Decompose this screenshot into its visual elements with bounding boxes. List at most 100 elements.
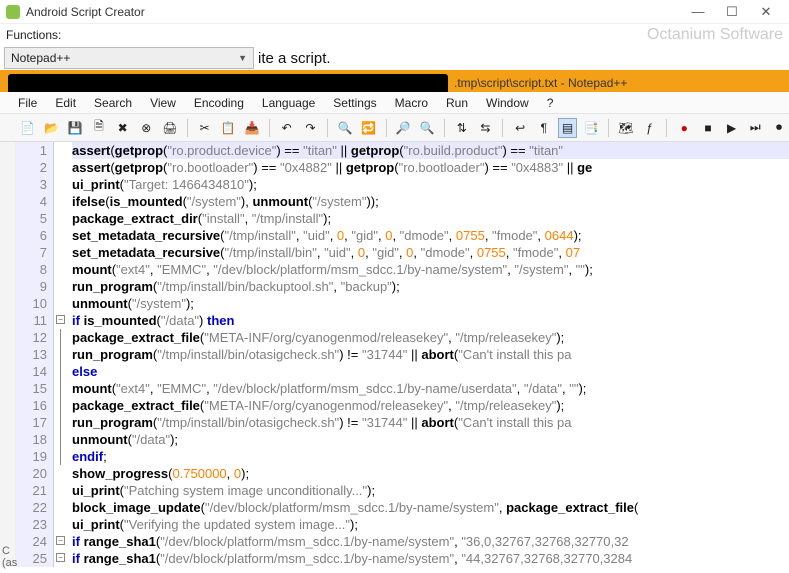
outer-window-titlebar: Android Script Creator — ☐ ✕ xyxy=(0,0,789,24)
zoom-in-icon[interactable]: 🔎 xyxy=(394,118,414,138)
save-macro-icon[interactable]: ⏺ xyxy=(769,118,789,138)
record-macro-icon[interactable]: ● xyxy=(674,118,694,138)
close-button[interactable]: ✕ xyxy=(749,5,783,18)
function-list-icon[interactable]: ƒ xyxy=(640,118,660,138)
fold-box-icon[interactable]: − xyxy=(56,553,65,562)
code-line[interactable]: package_extract_file("META-INF/org/cyano… xyxy=(72,397,789,414)
brand-watermark: Octanium Software xyxy=(647,26,783,44)
code-line[interactable]: mount("ext4", "EMMC", "/dev/block/platfo… xyxy=(72,261,789,278)
line-number: 8 xyxy=(16,261,47,278)
code-line[interactable]: if is_mounted("/data") then xyxy=(72,312,789,329)
left-margin xyxy=(0,142,16,567)
find-icon[interactable]: 🔍 xyxy=(335,118,355,138)
sync-v-icon[interactable]: ⇅ xyxy=(452,118,472,138)
save-icon[interactable]: 💾 xyxy=(65,118,85,138)
paste-icon[interactable]: 📥 xyxy=(242,118,262,138)
line-number: 4 xyxy=(16,193,47,210)
line-number: 6 xyxy=(16,227,47,244)
code-line[interactable]: mount("ext4", "EMMC", "/dev/block/platfo… xyxy=(72,380,789,397)
menu-file[interactable]: File xyxy=(18,96,37,110)
play-multi-macro-icon[interactable]: ⏭ xyxy=(745,118,765,138)
code-line[interactable]: ui_print("Verifying the updated system i… xyxy=(72,516,789,533)
indent-guide-icon[interactable]: ▤ xyxy=(558,118,578,138)
open-file-icon[interactable]: 📂 xyxy=(42,118,62,138)
wrap-icon[interactable]: ↩ xyxy=(510,118,530,138)
print-icon[interactable]: 🖨 xyxy=(160,118,180,138)
line-number: 20 xyxy=(16,465,47,482)
line-number: 3 xyxy=(16,176,47,193)
toolbar: 📄 📂 💾 🗎 ✖ ⊗ 🖨 ✂ 📋 📥 ↶ ↷ 🔍 🔁 🔎 🔍 ⇅ ⇆ ↩ ¶ … xyxy=(0,114,789,142)
bottom-fragment: C (as xyxy=(2,545,17,569)
menu-edit[interactable]: Edit xyxy=(55,96,76,110)
code-line[interactable]: block_image_update("/dev/block/platform/… xyxy=(72,499,789,516)
code-line[interactable]: endif; xyxy=(72,448,789,465)
menu-encoding[interactable]: Encoding xyxy=(194,96,244,110)
save-all-icon[interactable]: 🗎 xyxy=(89,118,109,138)
line-number: 23 xyxy=(16,516,47,533)
code-line[interactable]: run_program("/tmp/install/bin/backuptool… xyxy=(72,278,789,295)
code-editor[interactable]: 1234567891011121314151617181920212223242… xyxy=(0,142,789,567)
chevron-down-icon: ▼ xyxy=(238,53,247,63)
code-line[interactable]: run_program("/tmp/install/bin/otasigchec… xyxy=(72,414,789,431)
stop-macro-icon[interactable]: ■ xyxy=(698,118,718,138)
fold-box-icon[interactable]: − xyxy=(56,536,65,545)
line-number: 14 xyxy=(16,363,47,380)
subline-fragment: ite a script. xyxy=(258,50,331,67)
undo-icon[interactable]: ↶ xyxy=(277,118,297,138)
code-line[interactable]: package_extract_file("META-INF/org/cyano… xyxy=(72,329,789,346)
close-file-icon[interactable]: ✖ xyxy=(113,118,133,138)
play-macro-icon[interactable]: ▶ xyxy=(722,118,742,138)
user-lang-icon[interactable]: 📑 xyxy=(581,118,601,138)
menu-settings[interactable]: Settings xyxy=(333,96,376,110)
functions-bar: Functions: Octanium Software xyxy=(0,24,789,46)
code-line[interactable]: assert(getprop("ro.product.device") == "… xyxy=(72,142,789,159)
code-line[interactable]: unmount("/system"); xyxy=(72,295,789,312)
code-line[interactable]: ifelse(is_mounted("/system"), unmount("/… xyxy=(72,193,789,210)
line-number-gutter: 1234567891011121314151617181920212223242… xyxy=(16,142,54,567)
menu-search[interactable]: Search xyxy=(94,96,132,110)
code-line[interactable]: ui_print("Patching system image uncondit… xyxy=(72,482,789,499)
cut-icon[interactable]: ✂ xyxy=(195,118,215,138)
fold-box-icon[interactable]: − xyxy=(56,315,65,324)
line-number: 24 xyxy=(16,533,47,550)
zoom-out-icon[interactable]: 🔍 xyxy=(417,118,437,138)
copy-icon[interactable]: 📋 xyxy=(218,118,238,138)
code-line[interactable]: set_metadata_recursive("/tmp/install", "… xyxy=(72,227,789,244)
close-all-icon[interactable]: ⊗ xyxy=(136,118,156,138)
redo-icon[interactable]: ↷ xyxy=(301,118,321,138)
show-all-chars-icon[interactable]: ¶ xyxy=(534,118,554,138)
line-number: 10 xyxy=(16,295,47,312)
replace-icon[interactable]: 🔁 xyxy=(359,118,379,138)
sync-h-icon[interactable]: ⇆ xyxy=(476,118,496,138)
code-line[interactable]: unmount("/data"); xyxy=(72,431,789,448)
menu-language[interactable]: Language xyxy=(262,96,315,110)
code-line[interactable]: else xyxy=(72,363,789,380)
minimize-button[interactable]: — xyxy=(681,5,715,18)
dropdown-value: Notepad++ xyxy=(11,51,70,65)
code-line[interactable]: assert(getprop("ro.bootloader") == "0x48… xyxy=(72,159,789,176)
menu-window[interactable]: Window xyxy=(486,96,529,110)
line-number: 16 xyxy=(16,397,47,414)
code-area[interactable]: assert(getprop("ro.product.device") == "… xyxy=(68,142,789,567)
line-number: 5 xyxy=(16,210,47,227)
doc-map-icon[interactable]: 🗺 xyxy=(616,118,636,138)
fold-column[interactable]: − − − xyxy=(54,142,68,567)
maximize-button[interactable]: ☐ xyxy=(715,5,749,18)
outer-window-title: Android Script Creator xyxy=(26,5,145,19)
code-line[interactable]: run_program("/tmp/install/bin/otasigchec… xyxy=(72,346,789,363)
document-tab[interactable] xyxy=(8,74,448,92)
new-file-icon[interactable]: 📄 xyxy=(18,118,38,138)
menu-view[interactable]: View xyxy=(150,96,176,110)
code-line[interactable]: ui_print("Target: 1466434810"); xyxy=(72,176,789,193)
menu-macro[interactable]: Macro xyxy=(395,96,428,110)
code-line[interactable]: show_progress(0.750000, 0); xyxy=(72,465,789,482)
code-line[interactable]: if range_sha1("/dev/block/platform/msm_s… xyxy=(72,550,789,567)
functions-dropdown[interactable]: Notepad++ ▼ xyxy=(4,47,254,69)
code-line[interactable]: set_metadata_recursive("/tmp/install/bin… xyxy=(72,244,789,261)
line-number: 15 xyxy=(16,380,47,397)
functions-label: Functions: xyxy=(6,28,61,42)
code-line[interactable]: if range_sha1("/dev/block/platform/msm_s… xyxy=(72,533,789,550)
code-line[interactable]: package_extract_dir("install", "/tmp/ins… xyxy=(72,210,789,227)
menu-?[interactable]: ? xyxy=(547,96,554,110)
menu-run[interactable]: Run xyxy=(446,96,468,110)
